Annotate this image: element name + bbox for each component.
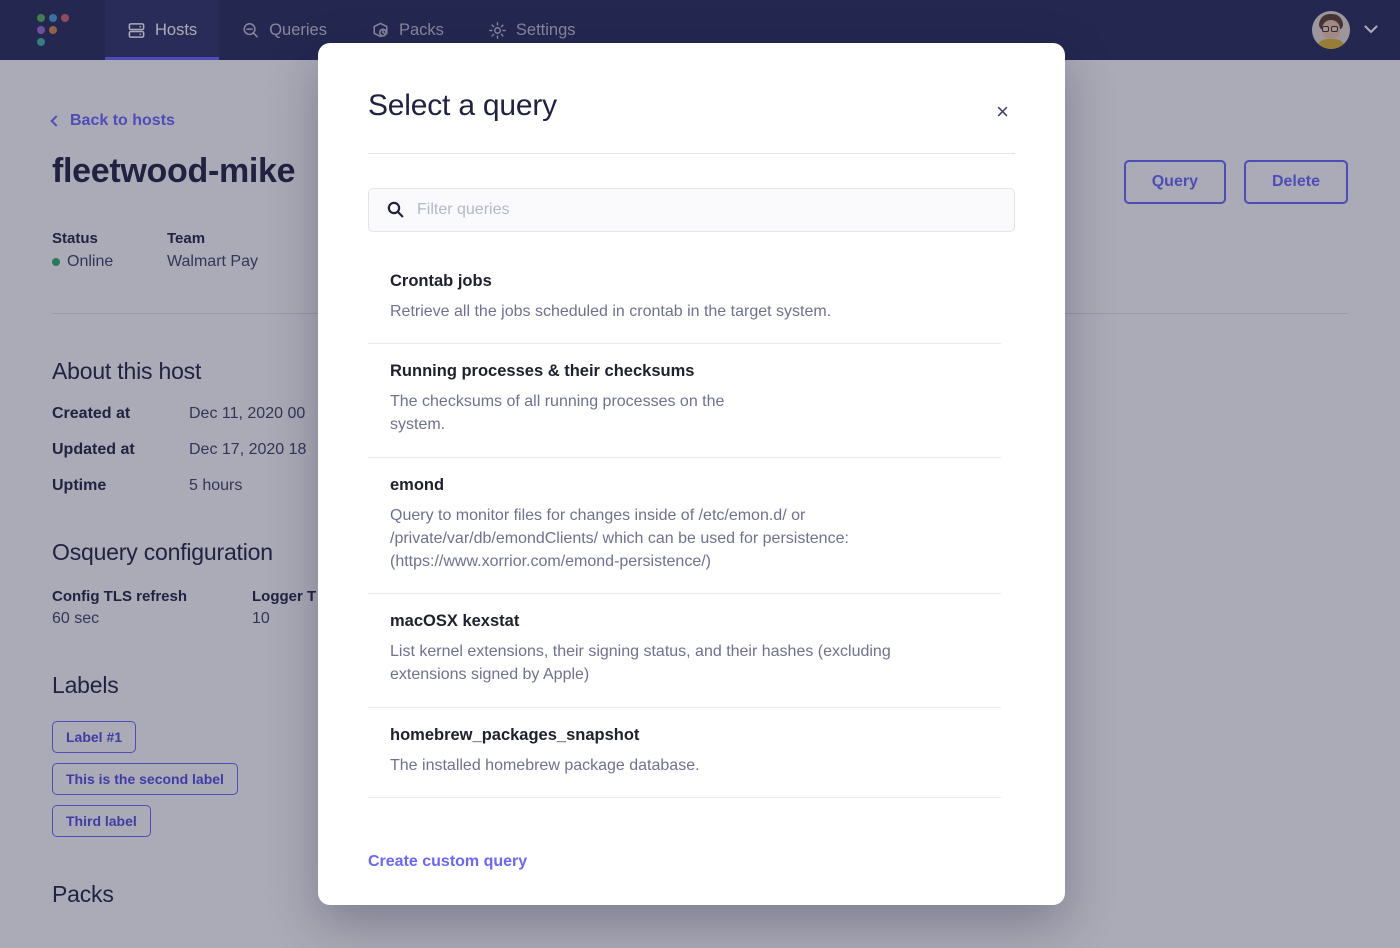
query-description: Query to monitor files for changes insid… xyxy=(390,506,849,570)
list-item[interactable]: homebrew_packages_snapshot The installed… xyxy=(368,708,1001,798)
query-list[interactable]: Crontab jobs Retrieve all the jobs sched… xyxy=(368,260,1015,825)
query-description: Retrieve all the jobs scheduled in cront… xyxy=(390,303,832,320)
close-icon[interactable]: × xyxy=(990,95,1015,129)
modal-title: Select a query xyxy=(368,89,557,122)
filter-queries-field xyxy=(368,188,1015,232)
query-name: emond xyxy=(390,475,445,494)
create-custom-query-link[interactable]: Create custom query xyxy=(368,853,527,871)
list-item[interactable]: macOSX kexstat List kernel extensions, t… xyxy=(368,594,1001,708)
app-root: Hosts Queries Packs Settings Back to hos… xyxy=(0,0,1400,948)
query-name: Crontab jobs xyxy=(390,272,492,290)
query-description: The checksums of all running processes o… xyxy=(390,393,725,434)
modal-header: Select a query × xyxy=(368,43,1015,154)
search-input[interactable] xyxy=(368,188,1015,232)
select-query-modal: Select a query × Crontab jobs Retrieve a… xyxy=(318,43,1065,905)
list-item[interactable]: emond Query to monitor files for changes… xyxy=(368,458,1001,595)
query-description: List kernel extensions, their signing st… xyxy=(390,643,891,684)
list-item[interactable]: Running processes & their checksums The … xyxy=(368,344,1001,458)
modal-footer: Create custom query xyxy=(368,825,1015,905)
query-name: macOSX kexstat xyxy=(390,612,520,631)
query-description: The installed homebrew package database. xyxy=(390,756,700,774)
query-name: Running processes & their checksums xyxy=(390,362,695,381)
query-name: homebrew_packages_snapshot xyxy=(390,725,640,744)
list-item[interactable]: Crontab jobs Retrieve all the jobs sched… xyxy=(368,260,1001,345)
